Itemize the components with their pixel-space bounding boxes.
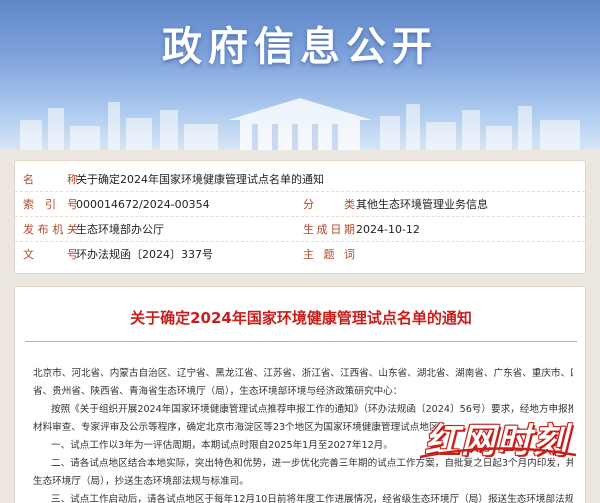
title-divider — [25, 341, 577, 342]
document-number-value: 环办法规函〔2024〕337号 — [76, 248, 213, 261]
meta-row-docno: 文 号 环办法规函〔2024〕337号 主题词 — [15, 242, 585, 267]
date-value: 2024-10-12 — [356, 223, 420, 236]
index-number-label: 索引号 — [23, 198, 78, 211]
rednet-watermark-logo: 红网时刻 — [408, 415, 586, 467]
watermark-swoosh-icon — [419, 447, 577, 459]
date-label: 生成日期 — [303, 223, 355, 236]
issuer-label: 发布机关 — [23, 223, 78, 236]
banner-title: 政府信息公开 — [162, 24, 438, 70]
meta-row-index: 索引号 000014672/2024-00354 分 类 其他生态环境管理业务信… — [15, 192, 585, 217]
addressee-line-1: 北京市、河北省、内蒙古自治区、辽宁省、黑龙江省、江苏省、浙江省、江西省、山东省、… — [33, 368, 573, 379]
index-number-value: 000014672/2024-00354 — [76, 198, 210, 211]
document-number-label: 文 号 — [23, 248, 78, 261]
subject-label: 主题词 — [303, 248, 355, 261]
addressee-line-2: 省、贵州省、陕西省、青海省生态环境厅（局），生态环境部环境与经济政策研究中心： — [33, 386, 403, 397]
meta-row-name: 名 称 关于确定2024年国家环境健康管理试点名单的通知 — [15, 167, 585, 192]
document-metadata-panel: 名 称 关于确定2024年国家环境健康管理试点名单的通知 索引号 0000146… — [14, 160, 586, 274]
paragraph-item-3: 三、试点工作启动后，请各试点地区于每年12月10日前将年度工作进展情况，经省级生… — [51, 494, 573, 503]
category-value: 其他生态环境管理业务信息 — [356, 198, 488, 211]
category-label: 分 类 — [303, 198, 355, 211]
issuer-value: 生态环境部办公厅 — [76, 223, 164, 236]
meta-row-issuer: 发布机关 生态环境部办公厅 生成日期 2024-10-12 — [15, 217, 585, 242]
paragraph-item-2-line-2: 生态环境厅（局），抄送生态环境部法规与标准司。 — [33, 476, 249, 487]
header-banner: 政府信息公开 — [0, 0, 600, 150]
document-title: 关于确定2024年国家环境健康管理试点名单的通知 — [130, 309, 472, 327]
document-body: 关于确定2024年国家环境健康管理试点名单的通知 北京市、河北省、内蒙古自治区、… — [14, 286, 586, 503]
name-label: 名 称 — [23, 173, 78, 186]
name-value: 关于确定2024年国家环境健康管理试点名单的通知 — [76, 173, 324, 186]
skyline-illustration — [20, 98, 580, 150]
